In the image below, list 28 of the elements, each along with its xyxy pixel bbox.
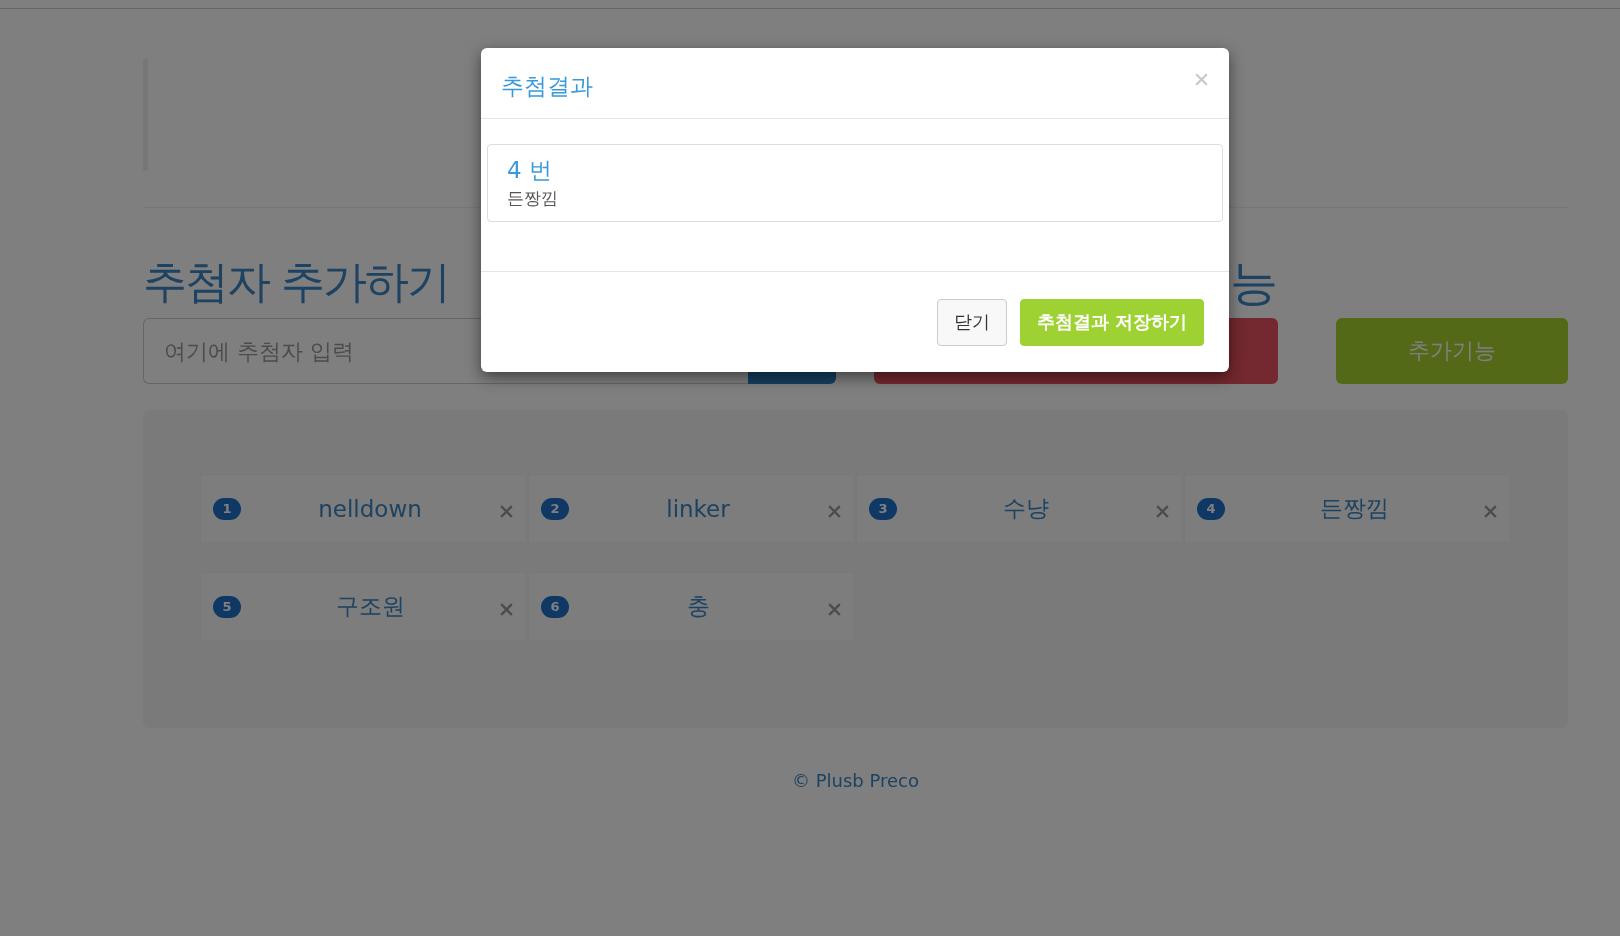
entry-name: linker	[665, 495, 731, 522]
remove-icon[interactable]	[1483, 503, 1498, 519]
extra-features-button[interactable]: 추가기능	[1336, 318, 1568, 384]
entry-name: nelldown	[317, 495, 423, 522]
save-button[interactable]: 추첨결과 저장하기	[1019, 298, 1204, 346]
entry-name: 든짱낌	[1318, 494, 1390, 523]
close-icon[interactable]	[1194, 71, 1209, 87]
remove-icon[interactable]	[499, 503, 514, 519]
footer-copyright: © Plusb Preco	[791, 770, 919, 791]
entry-name: 구조원	[334, 592, 406, 621]
number-badge: 6	[541, 595, 569, 618]
section-heading: 능	[1229, 253, 1278, 312]
remove-icon[interactable]	[1155, 503, 1170, 519]
remove-icon[interactable]	[499, 601, 514, 617]
entry-name: 충	[685, 592, 711, 621]
number-badge: 4	[1197, 497, 1225, 520]
number-badge: 5	[213, 595, 241, 618]
remove-icon[interactable]	[827, 601, 842, 617]
result-name: 든짱낌	[507, 187, 559, 210]
dialog-title: 추첨결과	[501, 71, 593, 101]
remove-icon[interactable]	[827, 503, 842, 519]
number-badge: 1	[213, 497, 241, 520]
number-badge: 2	[541, 497, 569, 520]
section-heading: 추첨자 추가하기	[143, 255, 450, 309]
number-badge: 3	[869, 497, 897, 520]
result-number: 4 번	[507, 156, 553, 185]
close-button[interactable]: 닫기	[936, 298, 1007, 346]
entry-name: 수냥	[1002, 494, 1050, 523]
